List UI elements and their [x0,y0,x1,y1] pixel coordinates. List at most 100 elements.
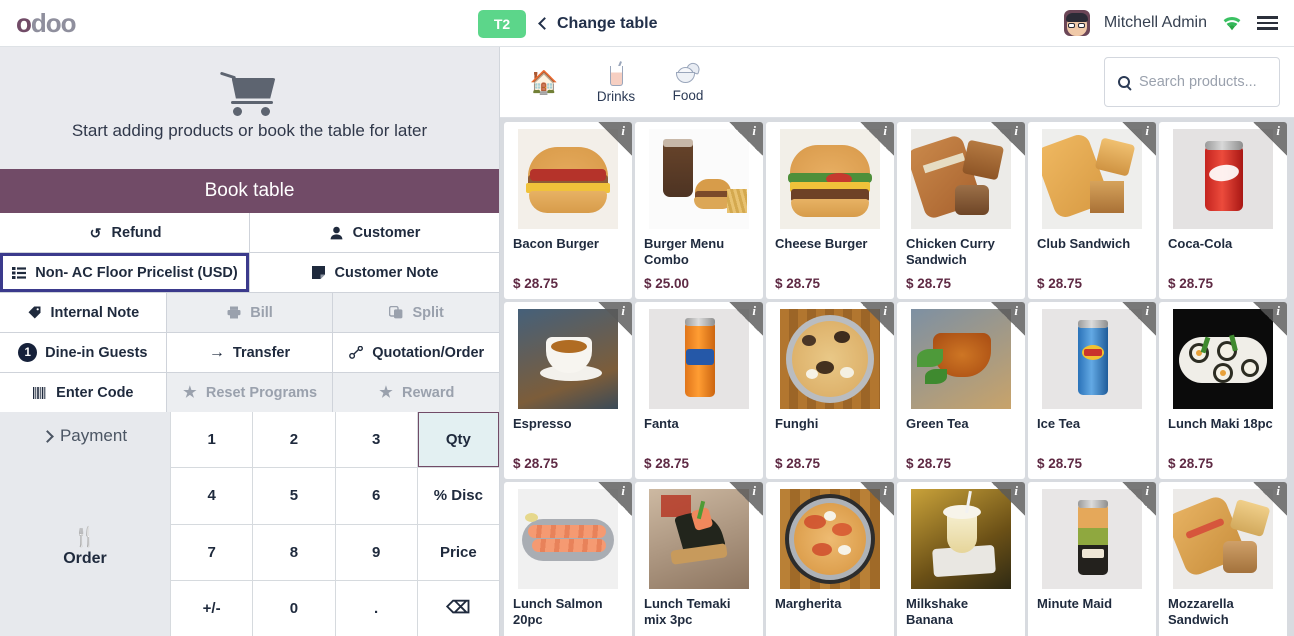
quotation-order-button[interactable]: Quotation/Order [333,333,500,372]
customer-note-label: Customer Note [334,264,439,281]
reward-button[interactable]: ★ Reward [333,373,500,412]
product-price: $ 28.75 [1168,276,1214,291]
wifi-icon[interactable] [1221,15,1243,32]
dine-in-guests-button[interactable]: 1 Dine-in Guests [0,333,166,372]
top-header: odoo T2 Change table Mitchell Admin [0,0,1294,47]
hamburger-menu-icon[interactable] [1257,16,1278,30]
product-name: Fanta [644,416,679,431]
numpad-key-qty[interactable]: Qty [417,412,499,468]
product-card[interactable]: iMargherita$ 28.75 [766,482,894,636]
info-icon[interactable]: i [752,483,756,499]
info-icon[interactable]: i [883,303,887,319]
category-drinks[interactable]: Drinks [580,47,652,118]
product-card[interactable]: i Green Tea $ 28.75 [897,302,1025,479]
home-icon: 🏠 [529,68,559,95]
product-card[interactable]: i Funghi $ 28.75 [766,302,894,479]
product-card[interactable]: i Burger Menu Combo $ 25.00 [635,122,763,299]
info-icon[interactable]: i [1276,123,1280,139]
user-name[interactable]: Mitchell Admin [1104,14,1207,32]
category-drinks-label: Drinks [596,88,636,104]
numpad-key-price[interactable]: Price [417,524,499,580]
numpad-key-5[interactable]: 5 [253,468,335,524]
reset-programs-button[interactable]: ★ Reset Programs [166,373,333,412]
product-grid-scroll[interactable]: i Bacon Burger $ 28.75 i Burger Menu Combo $… [500,118,1294,636]
info-icon[interactable]: i [621,123,625,139]
info-icon[interactable]: i [883,483,887,499]
payment-button[interactable]: Payment [0,412,170,460]
table-badge[interactable]: T2 [478,9,526,38]
product-card[interactable]: i Fanta $ 28.75 [635,302,763,479]
chevron-left-icon [538,16,551,30]
product-card[interactable]: i Lunch Maki 18pc $ 28.75 [1159,302,1287,479]
info-icon[interactable]: i [1014,303,1018,319]
numpad-key-8[interactable]: 8 [253,524,335,580]
enter-code-button[interactable]: Enter Code [0,373,166,412]
bill-button[interactable]: Bill [166,293,333,332]
order-button[interactable]: 🍴 Order [0,460,170,636]
numpad-key-9[interactable]: 9 [335,524,417,580]
tag-icon [27,305,43,321]
info-icon[interactable]: i [752,123,756,139]
product-card[interactable]: i Coca-Cola $ 28.75 [1159,122,1287,299]
product-card[interactable]: iMinute Maid$ 28.75 [1028,482,1156,636]
product-card[interactable]: i Bacon Burger $ 28.75 [504,122,632,299]
numpad-key-6[interactable]: 6 [335,468,417,524]
search-input[interactable]: Search products... [1104,57,1280,107]
numpad-key-1[interactable]: 1 [171,412,253,468]
product-price: $ 28.75 [1037,456,1083,471]
odoo-logo[interactable]: odoo [16,10,77,36]
info-icon[interactable]: i [1145,303,1149,319]
transfer-button[interactable]: → Transfer [166,333,333,372]
change-table-button[interactable]: Change table [538,14,658,33]
split-button[interactable]: Split [333,293,500,332]
product-card[interactable]: i Chicken Curry Sandwich $ 28.75 [897,122,1025,299]
change-table-label: Change table [557,14,658,32]
numpad-key-7[interactable]: 7 [171,524,253,580]
product-card[interactable]: i Espresso $ 28.75 [504,302,632,479]
numpad-key-[interactable]: ⌫ [417,580,499,636]
category-food[interactable]: Food [652,47,724,118]
numpad-key-[interactable]: . [335,580,417,636]
info-icon[interactable]: i [1014,123,1018,139]
product-card[interactable]: iLunch Temaki mix 3pc$ 28.75 [635,482,763,636]
customer-note-button[interactable]: Customer Note [250,253,499,292]
product-card[interactable]: i Cheese Burger $ 28.75 [766,122,894,299]
avatar[interactable] [1063,10,1090,36]
product-image [649,129,749,229]
info-icon[interactable]: i [883,123,887,139]
search-placeholder: Search products... [1139,74,1257,90]
category-home[interactable]: 🏠 [508,47,580,118]
numpad-key-[interactable]: +/- [171,580,253,636]
pricelist-button[interactable]: Non- AC Floor Pricelist (USD) [0,253,249,292]
info-icon[interactable]: i [752,303,756,319]
product-card[interactable]: iLunch Salmon 20pc$ 28.75 [504,482,632,636]
numpad-key-disc[interactable]: % Disc [417,468,499,524]
numpad-key-4[interactable]: 4 [171,468,253,524]
info-icon[interactable]: i [621,483,625,499]
info-icon[interactable]: i [1145,123,1149,139]
star-icon: ★ [379,384,393,401]
internal-note-button[interactable]: Internal Note [0,293,166,332]
info-icon[interactable]: i [1014,483,1018,499]
info-icon[interactable]: i [621,303,625,319]
product-card[interactable]: i Ice Tea $ 28.75 [1028,302,1156,479]
product-card[interactable]: i Club Sandwich $ 28.75 [1028,122,1156,299]
info-icon[interactable]: i [1276,303,1280,319]
product-name: Mozzarella Sandwich [1168,596,1234,627]
product-image [1042,489,1142,589]
product-image [780,129,880,229]
book-table-button[interactable]: Book table [0,169,499,213]
enter-code-label: Enter Code [56,384,134,401]
numpad-key-3[interactable]: 3 [335,412,417,468]
customer-button[interactable]: Customer [250,213,499,252]
numpad-key-0[interactable]: 0 [253,580,335,636]
refund-button[interactable]: ↺ Refund [0,213,249,252]
info-icon[interactable]: i [1145,483,1149,499]
header-center: T2 Change table [478,0,657,47]
product-name: Milkshake Banana [906,596,969,627]
info-icon[interactable]: i [1276,483,1280,499]
split-icon [388,305,404,321]
product-card[interactable]: iMilkshake Banana$ 28.75 [897,482,1025,636]
numpad-key-2[interactable]: 2 [253,412,335,468]
product-card[interactable]: iMozzarella Sandwich$ 28.75 [1159,482,1287,636]
